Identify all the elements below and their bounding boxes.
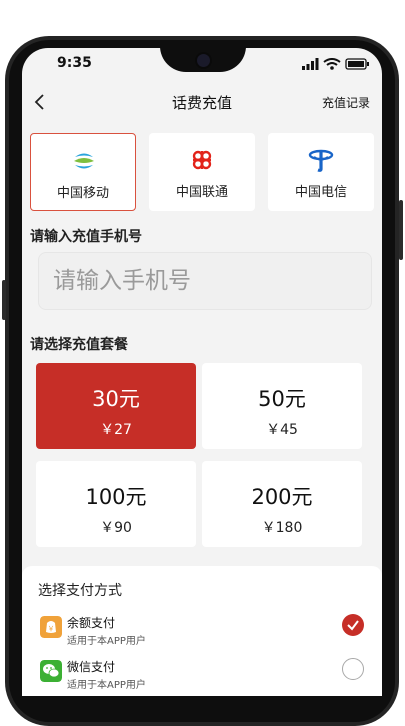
radio-checked-icon[interactable] — [342, 614, 364, 636]
package-amount: 200元 — [251, 485, 313, 509]
carrier-label: 中国移动 — [56, 186, 109, 201]
china-mobile-logo-icon — [74, 153, 94, 169]
battery-icon — [345, 58, 369, 70]
carrier-label: 中国联通 — [175, 185, 228, 200]
wechat-icon — [40, 660, 62, 682]
package-amount: 100元 — [85, 485, 147, 509]
carrier-china-unicom[interactable]: 中国联通 — [149, 133, 255, 211]
payment-method-subtitle: 适用于本APP用户 — [67, 636, 146, 647]
china-telecom-logo-icon — [308, 149, 334, 172]
package-section-title: 请选择充值套餐 — [30, 337, 128, 353]
package-price: ￥180 — [261, 520, 303, 536]
package-option-100[interactable]: 100元 ￥90 — [36, 461, 196, 547]
carrier-china-mobile[interactable]: 中国移动 — [30, 133, 136, 211]
phone-section-title: 请输入充值手机号 — [30, 229, 142, 245]
payment-method-name: 微信支付 — [67, 660, 116, 674]
app-screen: 9:35 话费充值 充值记录 中国移动 中国联通 中国电信 请输入充值手机号 请… — [22, 48, 382, 696]
package-price: ￥90 — [100, 520, 132, 536]
radio-unchecked-icon[interactable] — [342, 658, 364, 680]
recharge-history-link[interactable]: 充值记录 — [322, 94, 370, 111]
package-amount: 50元 — [258, 387, 306, 411]
svg-text:￥: ￥ — [48, 625, 55, 633]
carrier-label: 中国电信 — [294, 185, 347, 200]
status-time: 9:35 — [57, 55, 92, 71]
status-icons — [302, 58, 369, 70]
phone-number-input[interactable] — [38, 252, 372, 310]
payment-section-title: 选择支付方式 — [38, 583, 122, 599]
china-unicom-logo-icon — [192, 150, 212, 170]
package-price: ￥27 — [100, 422, 132, 438]
phone-side-button — [2, 280, 6, 320]
payment-method-subtitle: 适用于本APP用户 — [67, 680, 146, 691]
payment-method-balance[interactable]: ￥ 余额支付 适用于本APP用户 — [22, 612, 382, 652]
package-price: ￥45 — [266, 422, 298, 438]
wifi-icon — [323, 58, 341, 70]
package-option-50[interactable]: 50元 ￥45 — [202, 363, 362, 449]
signal-icon — [302, 58, 319, 70]
carrier-china-telecom[interactable]: 中国电信 — [268, 133, 374, 211]
package-option-200[interactable]: 200元 ￥180 — [202, 461, 362, 547]
wallet-icon: ￥ — [40, 616, 62, 638]
package-option-30[interactable]: 30元 ￥27 — [36, 363, 196, 449]
front-camera — [195, 52, 212, 69]
phone-power-button — [399, 200, 403, 260]
payment-method-name: 余额支付 — [67, 616, 116, 630]
payment-method-wechat[interactable]: 微信支付 适用于本APP用户 — [22, 656, 382, 696]
payment-card: 选择支付方式 ￥ 余额支付 适用于本APP用户 微信支付 适用于本APP用户 — [22, 566, 382, 696]
package-amount: 30元 — [92, 387, 140, 411]
